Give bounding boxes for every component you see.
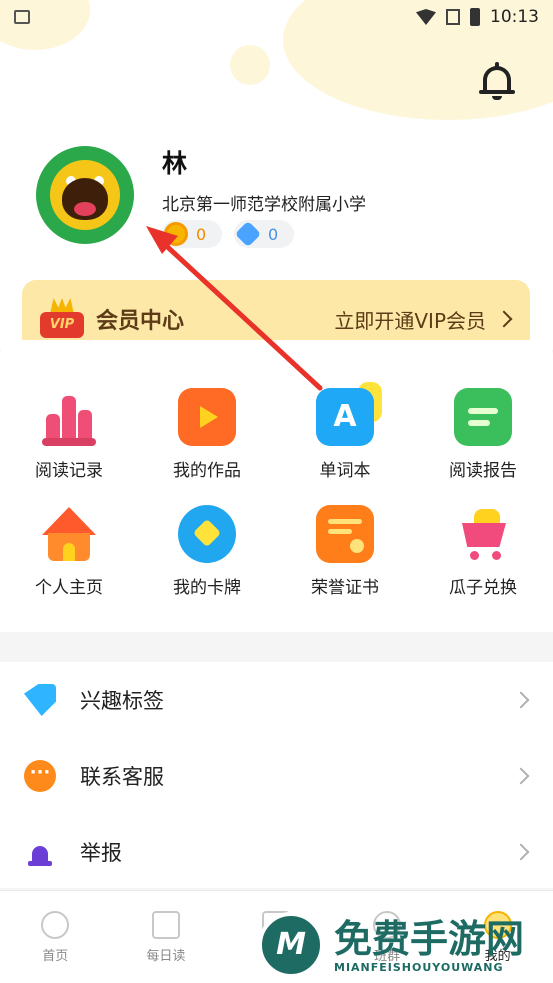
school-name: 北京第一师范学校附属小学 — [162, 195, 366, 215]
list-item-customer-service[interactable]: 联系客服 — [0, 738, 553, 814]
grid-item-label: 荣誉证书 — [311, 578, 379, 598]
tab-label: 每日读 — [146, 949, 186, 964]
battery-icon — [470, 8, 480, 26]
status-bar: 10:13 — [0, 0, 553, 34]
grid-item-seed-exchange[interactable]: 瓜子兑换 — [414, 505, 552, 598]
coin-balance[interactable]: 0 — [162, 220, 222, 248]
grid-item-label: 个人主页 — [35, 578, 103, 598]
home-tab-icon — [41, 911, 70, 939]
cart-icon — [454, 505, 512, 563]
bell-icon[interactable] — [479, 60, 515, 100]
watermark-logo-icon — [258, 912, 324, 978]
grid-item-label: 阅读记录 — [35, 461, 103, 481]
flower-heart-icon — [178, 505, 236, 563]
list-item-label: 联系客服 — [80, 765, 164, 789]
grid-item-label: 单词本 — [319, 461, 371, 481]
vip-title: 会员中心 — [96, 309, 185, 334]
grid-item-homepage[interactable]: 个人主页 — [0, 505, 138, 598]
chevron-right-icon — [512, 843, 530, 861]
certificate-icon — [316, 505, 374, 563]
tv-play-icon — [178, 388, 236, 446]
gem-icon — [234, 220, 262, 248]
chevron-right-icon — [512, 691, 530, 709]
no-sim-icon — [446, 9, 460, 25]
grid-item-label: 我的卡牌 — [173, 578, 241, 598]
grid-item-label: 我的作品 — [173, 461, 241, 481]
report-icon — [454, 388, 512, 446]
gem-count: 0 — [268, 224, 279, 244]
grid-item-label: 瓜子兑换 — [449, 578, 517, 598]
tab-home[interactable]: 首页 — [0, 891, 111, 983]
decorative-blob — [230, 45, 270, 85]
grid-item-certificates[interactable]: 荣誉证书 — [276, 505, 414, 598]
chevron-right-icon — [512, 767, 530, 785]
list-item-interest-tags[interactable]: 兴趣标签 — [0, 662, 553, 738]
list-item-report[interactable]: 举报 — [0, 814, 553, 890]
list-item-label: 举报 — [80, 841, 122, 865]
settings-list: 兴趣标签 联系客服 举报 — [0, 662, 553, 888]
grid-item-my-cards[interactable]: 我的卡牌 — [138, 505, 276, 598]
bar-chart-icon — [40, 388, 98, 446]
home-icon — [40, 505, 98, 563]
watermark-title: 免费手游网 — [334, 916, 525, 961]
user-name: 林 — [162, 149, 188, 178]
watermark-subtitle: MIANFEISHOUYOUWANG — [334, 960, 504, 974]
alarm-icon — [24, 836, 56, 868]
grid-item-label: 阅读报告 — [449, 461, 517, 481]
feature-panel: 阅读记录 我的作品 A 单词本 阅读报告 个人主页 我的卡牌 荣誉证书 瓜子兑换 — [0, 340, 553, 632]
vip-cta: 立即开通VIP会员 — [334, 308, 486, 333]
grid-item-reading-record[interactable]: 阅读记录 — [0, 388, 138, 481]
watermark: 免费手游网 MIANFEISHOUYOUWANG — [258, 910, 548, 980]
chevron-right-icon — [495, 310, 513, 328]
grid-item-reading-report[interactable]: 阅读报告 — [414, 388, 552, 481]
book-icon — [151, 911, 180, 939]
tab-label: 首页 — [42, 949, 69, 964]
grid-item-my-works[interactable]: 我的作品 — [138, 388, 276, 481]
list-item-label: 兴趣标签 — [80, 689, 164, 713]
coin-count: 0 — [196, 224, 207, 244]
gem-balance[interactable]: 0 — [234, 220, 294, 248]
coin-icon — [164, 222, 188, 246]
grid-item-vocabulary[interactable]: A 单词本 — [276, 382, 414, 481]
gallery-notification-icon — [14, 10, 30, 24]
wifi-icon — [416, 9, 436, 25]
tag-icon — [24, 684, 56, 716]
avatar[interactable] — [36, 146, 134, 244]
vip-crown-icon: VIP — [40, 298, 84, 340]
tab-daily-read[interactable]: 每日读 — [111, 891, 222, 983]
chat-icon — [24, 760, 56, 792]
letter-a-icon: A — [316, 382, 382, 446]
status-time: 10:13 — [490, 7, 539, 27]
